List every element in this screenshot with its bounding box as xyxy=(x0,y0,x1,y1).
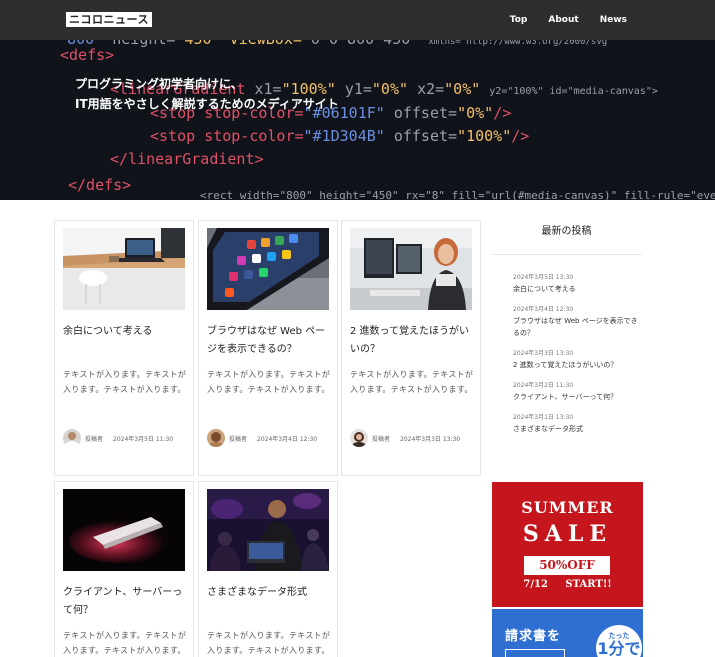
post-title[interactable]: さまざまなデータ形式 xyxy=(207,584,331,602)
recent-post-date: 2024年3月5日 13:30 xyxy=(513,274,574,281)
banner-discount-badge: 50%OFF xyxy=(524,556,610,575)
post-thumbnail[interactable] xyxy=(207,489,329,571)
code-line: <rect width="800" height="450" rx="8" fi… xyxy=(200,189,715,200)
author-name: 投稿者 xyxy=(372,435,391,443)
recent-post-item[interactable]: 2024年3月2日 11:30 クライアント、サーバーって何？ xyxy=(513,381,643,403)
banner-summer-text: SUMMER xyxy=(521,498,614,517)
nav-link-about[interactable]: About xyxy=(548,15,578,25)
post-date: 2024年3月5日 11:30 xyxy=(113,435,174,443)
post-meta: 投稿者 2024年3月5日 11:30 xyxy=(63,429,173,447)
recent-posts-list: 2024年3月5日 13:30 余白について考える 2024年3月4日 12:3… xyxy=(513,273,643,445)
post-meta: 投稿者 2024年3月3日 13:30 xyxy=(350,429,460,447)
banner-bubble: たった 1分で xyxy=(596,625,642,657)
post-excerpt: テキストが入ります。テキストが入ります。テキストが入ります。 xyxy=(63,370,187,394)
post-excerpt: テキストが入ります。テキストが入ります。テキストが入ります。 xyxy=(207,370,331,394)
recent-post-title[interactable]: さまざまなデータ形式 xyxy=(513,423,643,435)
nav-link-top[interactable]: Top xyxy=(510,15,528,25)
code-line: <stop stop-color="#1D304B" offset="100%"… xyxy=(150,127,530,145)
hero-tagline: プログラミング初学者向けに、 IT用語をやさしく解説するためのメディアサイト xyxy=(75,77,339,111)
post-date: 2024年3月3日 13:30 xyxy=(400,435,461,443)
recent-post-title[interactable]: 2 進数って覚えたほうがいいの？ xyxy=(513,359,643,371)
post-thumbnail[interactable] xyxy=(63,489,185,571)
post-thumbnail[interactable] xyxy=(350,228,472,310)
recent-post-date: 2024年3月1日 13:30 xyxy=(513,414,574,421)
divider xyxy=(491,254,642,255)
main-nav: Top About News xyxy=(510,0,627,40)
post-card[interactable]: クライアント、サーバーって何？ テキストが入ります。テキストが入ります。テキスト… xyxy=(54,481,194,657)
post-card[interactable]: 2 進数って覚えたほうがいいの？ テキストが入ります。テキストが入ります。テキス… xyxy=(341,220,481,476)
author-avatar xyxy=(207,429,225,447)
recent-post-title[interactable]: クライアント、サーバーって何？ xyxy=(513,391,643,403)
author-avatar xyxy=(63,429,81,447)
post-thumbnail[interactable] xyxy=(63,228,185,310)
author-name: 投稿者 xyxy=(229,435,248,443)
invoice-banner[interactable]: 請求書を たった 1分で xyxy=(492,609,643,657)
banner-decoration xyxy=(505,649,565,657)
post-title[interactable]: 余白について考える xyxy=(63,323,187,341)
post-title[interactable]: クライアント、サーバーって何？ xyxy=(63,584,187,620)
recent-post-title[interactable]: ブラウザはなぜ Web ページを表示できるの？ xyxy=(513,315,643,339)
author-name: 投稿者 xyxy=(85,435,104,443)
recent-post-item[interactable]: 2024年3月3日 13:30 2 進数って覚えたほうがいいの？ xyxy=(513,349,643,371)
post-date: 2024年3月4日 12:30 xyxy=(257,435,318,443)
code-line: <defs> xyxy=(60,46,115,64)
code-line: </defs> xyxy=(68,176,132,194)
sidebar-title: 最新の投稿 xyxy=(541,226,592,237)
post-card[interactable]: ブラウザはなぜ Web ページを表示できるの？ テキストが入ります。テキストが入… xyxy=(198,220,338,476)
post-thumbnail[interactable] xyxy=(207,228,329,310)
post-title[interactable]: ブラウザはなぜ Web ページを表示できるの？ xyxy=(207,323,331,359)
post-card[interactable]: さまざまなデータ形式 テキストが入ります。テキストが入ります。テキストが入ります… xyxy=(198,481,338,657)
summer-sale-banner[interactable]: SUMMER SALE 50%OFF 7/12 START!! xyxy=(492,482,643,607)
recent-post-title[interactable]: 余白について考える xyxy=(513,283,643,295)
nav-link-news[interactable]: News xyxy=(600,15,627,25)
post-excerpt: テキストが入ります。テキストが入ります。テキストが入ります。 xyxy=(207,631,331,655)
banner-invoice-text: 請求書を xyxy=(505,629,562,644)
author-avatar xyxy=(350,429,368,447)
site-header: ニコロニュース Top About News xyxy=(0,0,715,40)
post-excerpt: テキストが入ります。テキストが入ります。テキストが入ります。 xyxy=(63,631,187,655)
site-logo[interactable]: ニコロニュース xyxy=(66,12,152,27)
post-title[interactable]: 2 進数って覚えたほうがいいの？ xyxy=(350,323,474,359)
recent-post-item[interactable]: 2024年3月4日 12:30 ブラウザはなぜ Web ページを表示できるの？ xyxy=(513,305,643,339)
recent-post-date: 2024年3月4日 12:30 xyxy=(513,306,574,313)
recent-post-item[interactable]: 2024年3月5日 13:30 余白について考える xyxy=(513,273,643,295)
post-excerpt: テキストが入ります。テキストが入ります。テキストが入ります。 xyxy=(350,370,474,394)
post-meta: 投稿者 2024年3月4日 12:30 xyxy=(207,429,317,447)
banner-start-date: 7/12 START!! xyxy=(523,579,612,590)
recent-post-date: 2024年3月2日 11:30 xyxy=(513,382,574,389)
post-card[interactable]: 余白について考える テキストが入ります。テキストが入ります。テキストが入ります。… xyxy=(54,220,194,476)
code-line: </linearGradient> xyxy=(110,150,264,168)
recent-post-item[interactable]: 2024年3月1日 13:30 さまざまなデータ形式 xyxy=(513,413,643,435)
banner-sale-text: SALE xyxy=(522,521,613,547)
recent-post-date: 2024年3月3日 13:30 xyxy=(513,350,574,357)
